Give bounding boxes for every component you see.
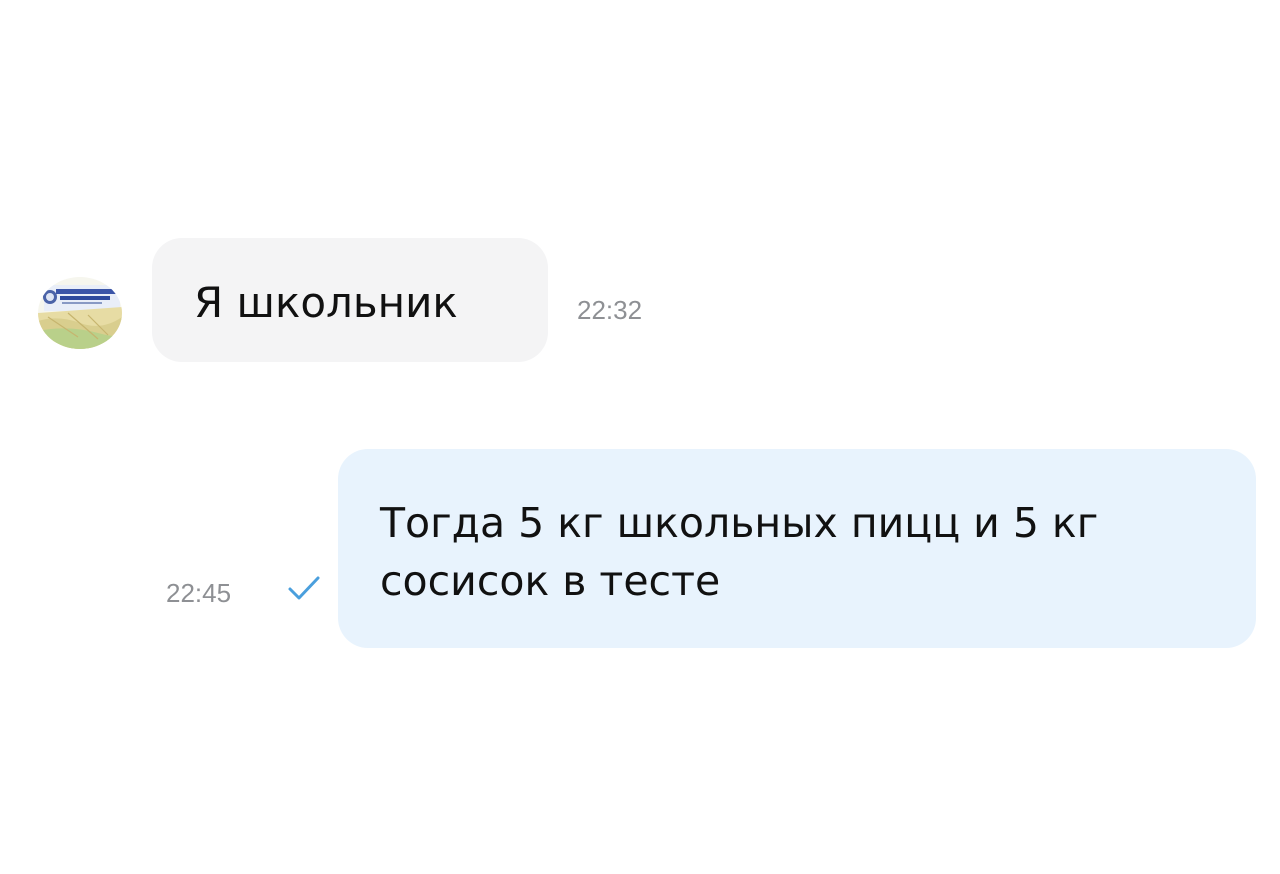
avatar-image — [38, 277, 122, 349]
incoming-message-time: 22:32 — [577, 295, 643, 325]
single-check-icon — [288, 576, 320, 600]
outgoing-message-bubble[interactable]: Тогда 5 кг школьных пицц и 5 кг сосисок … — [338, 449, 1256, 648]
incoming-message-bubble[interactable]: Я школьник — [152, 238, 548, 362]
chat-screen: Я школьник 22:32 22:45 Тогда 5 кг школьн… — [0, 0, 1280, 874]
incoming-message-text: Я школьник — [194, 278, 458, 327]
outgoing-message-text: Тогда 5 кг школьных пицц и 5 кг сосисок … — [380, 499, 1099, 605]
sender-avatar[interactable] — [38, 277, 122, 349]
outgoing-message-time: 22:45 — [166, 578, 232, 608]
